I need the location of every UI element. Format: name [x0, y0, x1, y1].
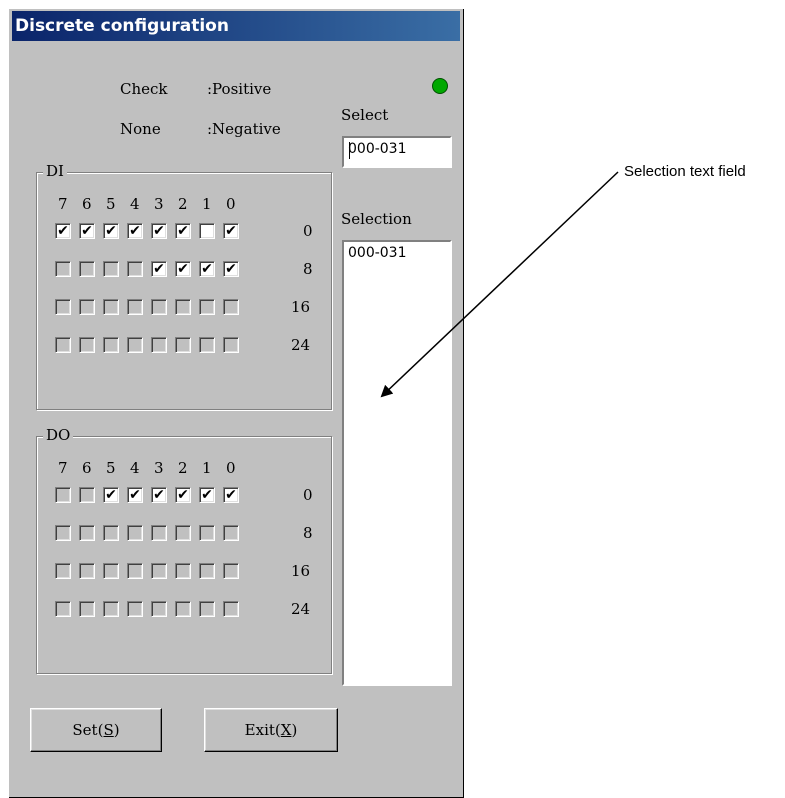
annotation-arrow-icon: [380, 171, 619, 398]
